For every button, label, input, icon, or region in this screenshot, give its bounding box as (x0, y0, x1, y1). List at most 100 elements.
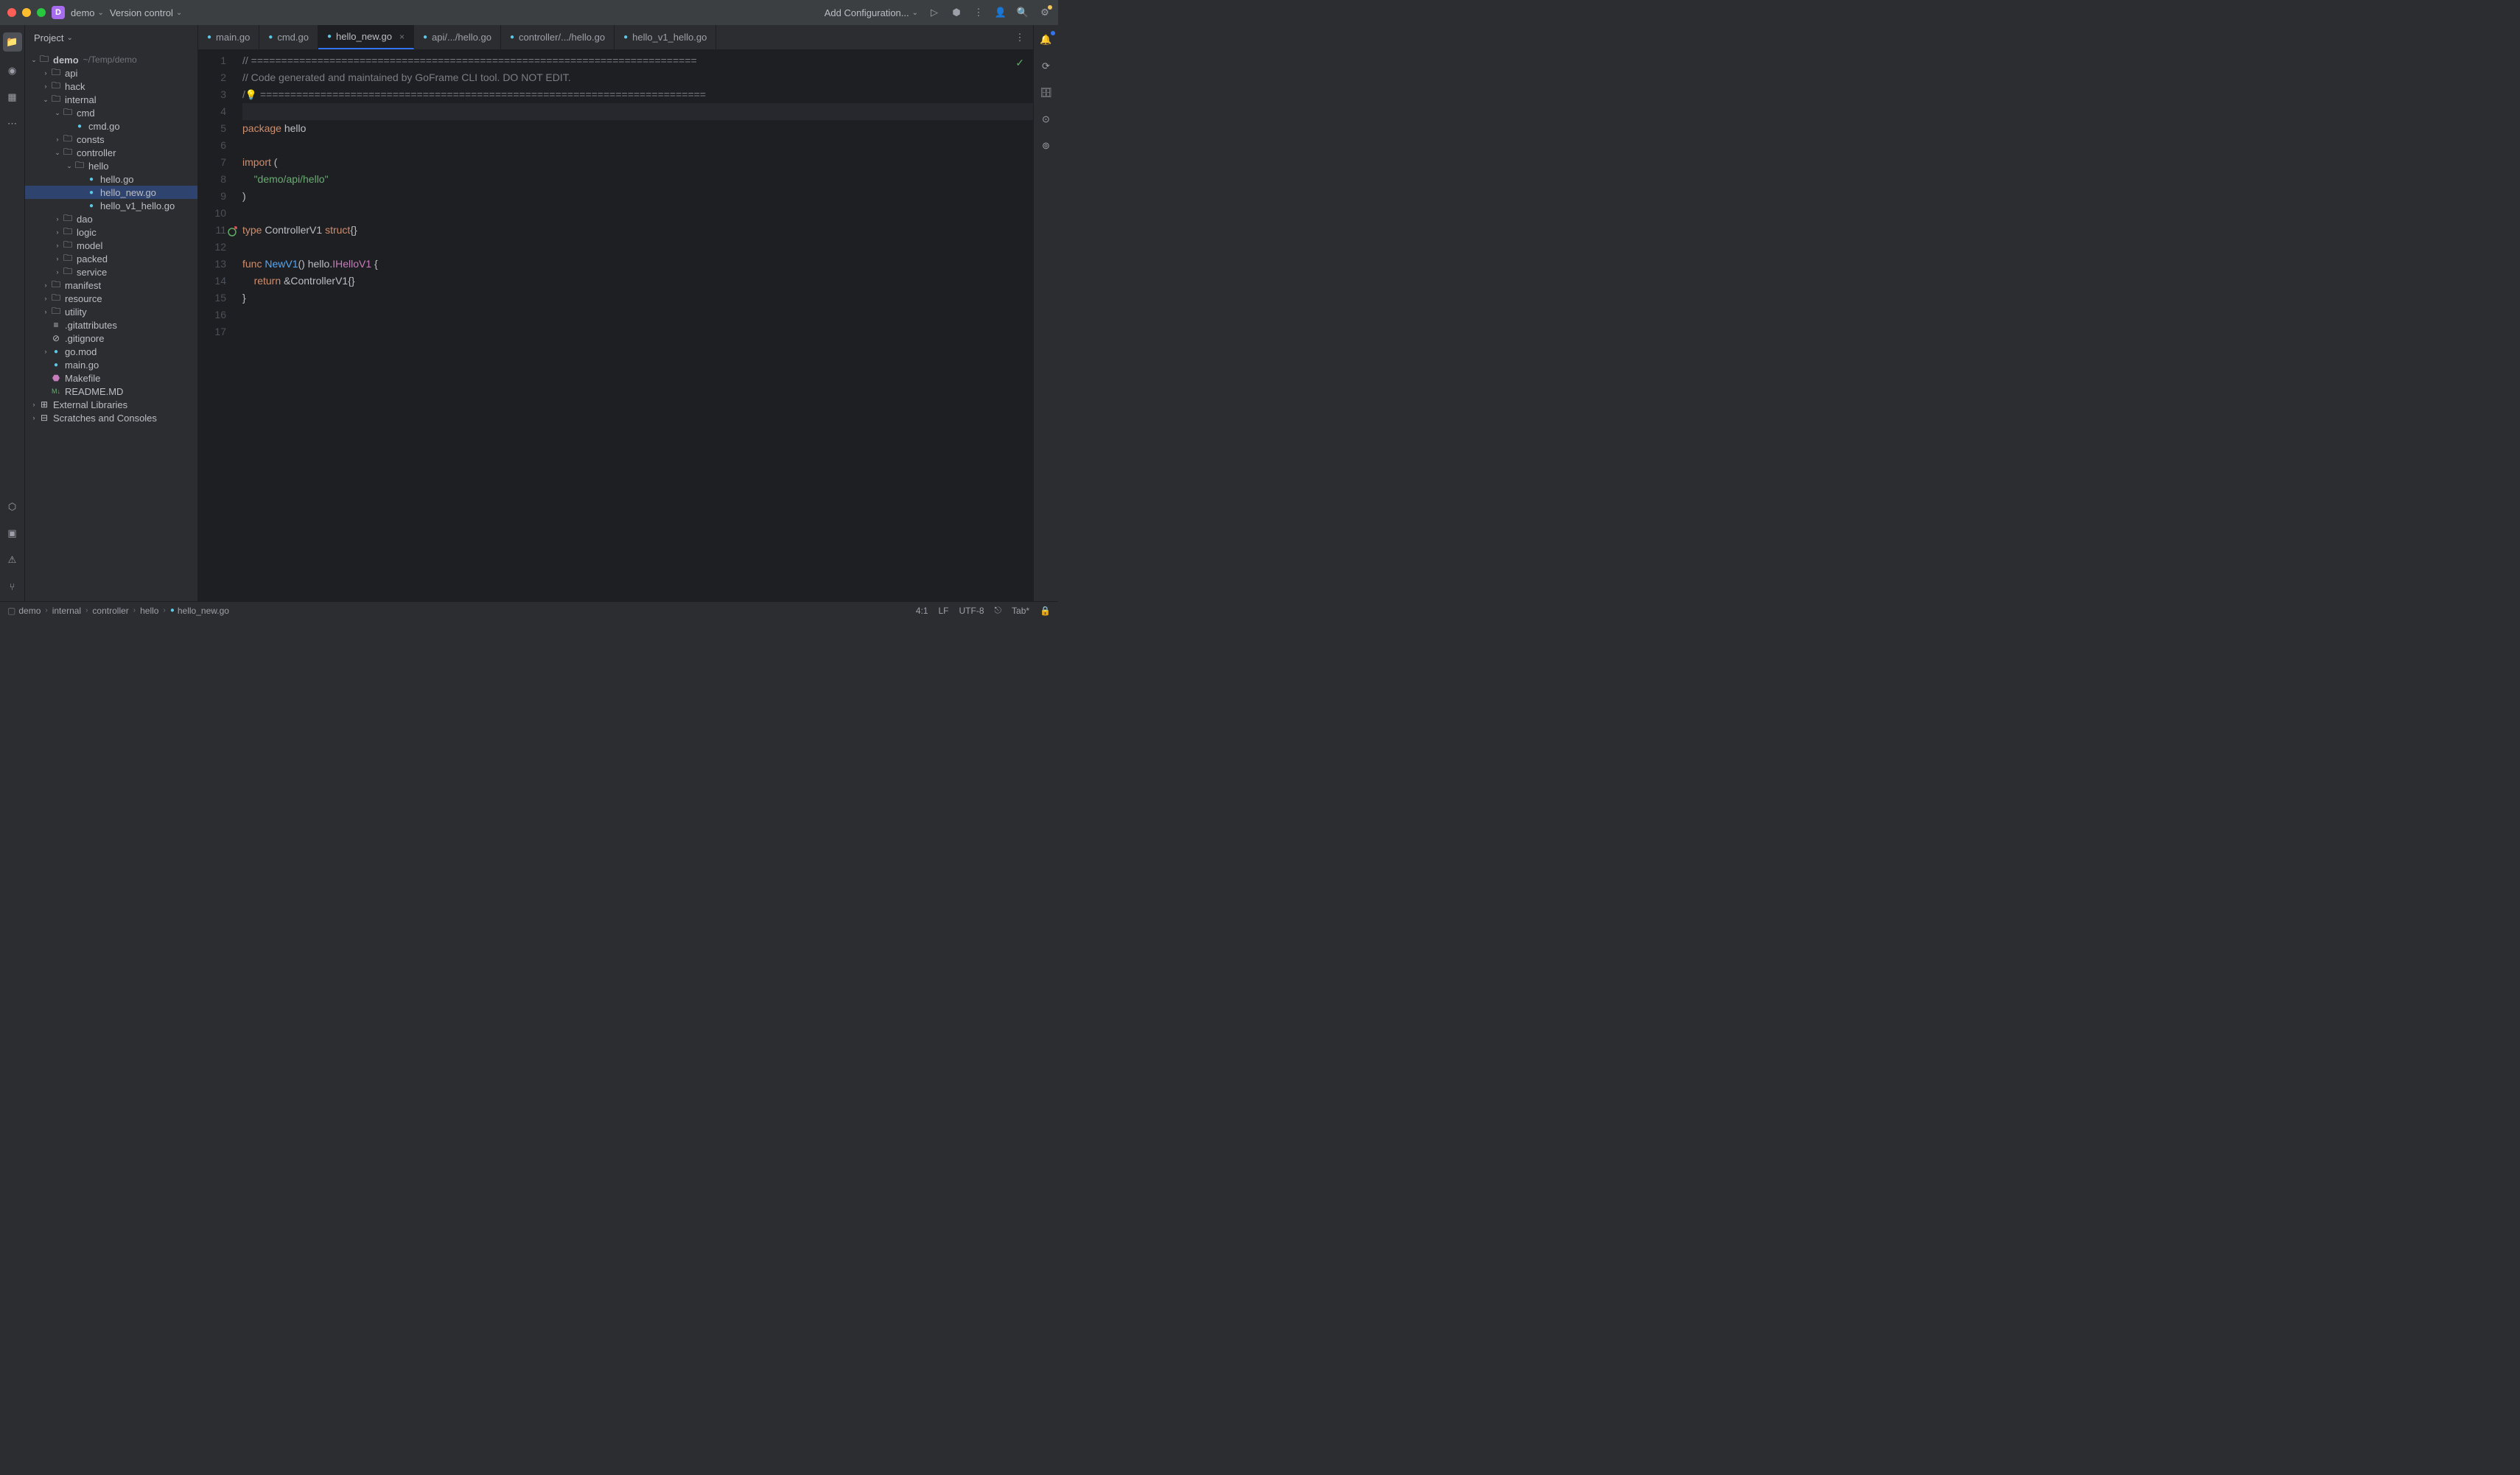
bc-controller[interactable]: controller (92, 606, 128, 616)
tree-file-gitignore[interactable]: ⊘.gitignore (25, 332, 197, 345)
readonly-toggle-icon[interactable]: ⎋ (995, 605, 1002, 616)
tree-file-hello-go[interactable]: ●hello.go (25, 172, 197, 186)
tree-file-go-mod[interactable]: ›●go.mod (25, 345, 197, 358)
problems-icon[interactable]: ⚠ (5, 553, 20, 567)
debug-icon[interactable]: ⬢ (951, 7, 962, 18)
code-with-me-icon[interactable]: 👤 (995, 7, 1007, 18)
tree-folder-resource[interactable]: ›🗀resource (25, 292, 197, 305)
project-tree[interactable]: ⌄🗀demo~/Temp/demo ›🗀api ›🗀hack ⌄🗀interna… (25, 50, 197, 601)
folder-icon: 🗀 (62, 264, 74, 280)
code-content[interactable]: // =====================================… (238, 50, 1033, 601)
tree-folder-model[interactable]: ›🗀model (25, 239, 197, 252)
bc-demo[interactable]: ▢demo (7, 606, 41, 616)
bc-hello[interactable]: hello (140, 606, 158, 616)
left-tool-rail: 📁 ◉ ▦ ⋯ ⬡ ▣ ⚠ ⑂ (0, 25, 25, 601)
copilot-chat-icon[interactable]: ⊚ (1039, 139, 1054, 153)
library-icon: ⊞ (38, 399, 50, 410)
tree-folder-manifest[interactable]: ›🗀manifest (25, 278, 197, 292)
tab-hello-new-go[interactable]: ●hello_new.go× (318, 25, 414, 49)
more-tools-icon[interactable]: ⋯ (5, 116, 20, 131)
more-icon[interactable]: ⋮ (973, 7, 984, 18)
ai-assistant-icon[interactable]: ⟳ (1039, 59, 1054, 74)
go-file-icon: ● (207, 33, 211, 41)
project-selector[interactable]: demo⌄ (71, 7, 104, 18)
tree-external-libraries[interactable]: ›⊞External Libraries (25, 398, 197, 411)
tree-folder-service[interactable]: ›🗀service (25, 265, 197, 278)
markdown-icon: M↓ (50, 388, 62, 395)
tree-folder-dao[interactable]: ›🗀dao (25, 212, 197, 225)
tab-hello-v1-hello-go[interactable]: ●hello_v1_hello.go (615, 25, 716, 49)
folder-icon: 🗀 (62, 145, 74, 161)
tree-file-makefile[interactable]: ⬣Makefile (25, 371, 197, 385)
tab-main-go[interactable]: ●main.go (198, 25, 259, 49)
copilot-icon[interactable]: ⊙ (1039, 112, 1054, 127)
tree-folder-cmd[interactable]: ⌄🗀cmd (25, 106, 197, 119)
search-icon[interactable]: 🔍 (1017, 7, 1029, 18)
run-icon[interactable]: ▷ (928, 7, 940, 18)
tree-folder-api[interactable]: ›🗀api (25, 66, 197, 80)
cursor-position[interactable]: 4:1 (916, 606, 928, 616)
tree-file-gitattributes[interactable]: ≡.gitattributes (25, 318, 197, 332)
tree-file-cmd-go[interactable]: ●cmd.go (25, 119, 197, 133)
go-file-icon: ● (74, 122, 85, 130)
project-panel: Project⌄ ⌄🗀demo~/Temp/demo ›🗀api ›🗀hack … (25, 25, 198, 601)
line-separator[interactable]: LF (939, 606, 949, 616)
run-config-selector[interactable]: Add Configuration...⌄ (825, 7, 918, 18)
chevron-down-icon: ⌄ (98, 9, 104, 17)
tree-folder-hello[interactable]: ⌄🗀hello (25, 159, 197, 172)
project-panel-title[interactable]: Project⌄ (34, 32, 73, 43)
go-file-icon: ● (85, 175, 97, 183)
services-icon[interactable]: ⬡ (5, 500, 20, 514)
chevron-right-icon: › (163, 606, 165, 614)
editor-tabs: ●main.go ●cmd.go ●hello_new.go× ●api/...… (198, 25, 1033, 50)
tab-options-icon[interactable]: ⋮ (1014, 32, 1026, 43)
project-tool-icon[interactable]: 📁 (3, 32, 22, 52)
settings-icon[interactable]: ⚙ (1039, 7, 1051, 18)
bc-file[interactable]: ●hello_new.go (170, 606, 229, 616)
intention-bulb-icon[interactable]: 💡 (245, 89, 257, 100)
indent-settings[interactable]: Tab* (1012, 606, 1029, 616)
tree-folder-consts[interactable]: ›🗀consts (25, 133, 197, 146)
maximize-window[interactable] (37, 8, 46, 17)
close-window[interactable] (7, 8, 16, 17)
tab-api-hello-go[interactable]: ●api/.../hello.go (414, 25, 501, 49)
chevron-right-icon: › (85, 606, 88, 614)
file-encoding[interactable]: UTF-8 (959, 606, 984, 616)
minimize-window[interactable] (22, 8, 31, 17)
go-file-icon: ● (85, 202, 97, 210)
bc-internal[interactable]: internal (52, 606, 81, 616)
tree-folder-hack[interactable]: ›🗀hack (25, 80, 197, 93)
tab-cmd-go[interactable]: ●cmd.go (259, 25, 318, 49)
tree-folder-packed[interactable]: ›🗀packed (25, 252, 197, 265)
tree-folder-utility[interactable]: ›🗀utility (25, 305, 197, 318)
chevron-down-icon: ⌄ (912, 9, 918, 17)
tree-file-hello-v1-hello-go[interactable]: ●hello_v1_hello.go (25, 199, 197, 212)
git-icon[interactable]: ⑂ (5, 579, 20, 594)
inspection-ok-icon[interactable]: ✓ (1015, 55, 1024, 71)
terminal-icon[interactable]: ▣ (5, 526, 20, 541)
tree-scratches[interactable]: ›⊟Scratches and Consoles (25, 411, 197, 424)
tree-folder-controller[interactable]: ⌄🗀controller (25, 146, 197, 159)
makefile-icon: ⬣ (50, 373, 62, 383)
tab-controller-hello-go[interactable]: ●controller/.../hello.go (501, 25, 615, 49)
go-file-icon: ● (50, 361, 62, 369)
tree-folder-logic[interactable]: ›🗀logic (25, 225, 197, 239)
lock-icon[interactable]: 🔒 (1040, 606, 1051, 616)
tree-folder-internal[interactable]: ⌄🗀internal (25, 93, 197, 106)
vcs-menu[interactable]: Version control⌄ (110, 7, 182, 18)
go-file-icon: ● (85, 189, 97, 197)
tree-file-readme[interactable]: M↓README.MD (25, 385, 197, 398)
commit-tool-icon[interactable]: ◉ (5, 63, 20, 78)
right-tool-rail: 🔔 ⟳ 🗄 ⊙ ⊚ (1033, 25, 1058, 601)
close-tab-icon[interactable]: × (399, 32, 405, 42)
go-file-icon: ● (327, 32, 332, 41)
database-icon[interactable]: 🗄 (1039, 85, 1054, 100)
structure-tool-icon[interactable]: ▦ (5, 90, 20, 105)
tree-root[interactable]: ⌄🗀demo~/Temp/demo (25, 53, 197, 66)
interface-gutter-icon[interactable] (228, 225, 238, 235)
tree-file-main-go[interactable]: ●main.go (25, 358, 197, 371)
tree-file-hello-new-go[interactable]: ●hello_new.go (25, 186, 197, 199)
notifications-icon[interactable]: 🔔 (1039, 32, 1054, 47)
scratches-icon: ⊟ (38, 413, 50, 423)
code-editor[interactable]: ✓ 1 2 3 4 5 6 7 8 9 10 11 12 13 14 15 16… (198, 50, 1033, 601)
